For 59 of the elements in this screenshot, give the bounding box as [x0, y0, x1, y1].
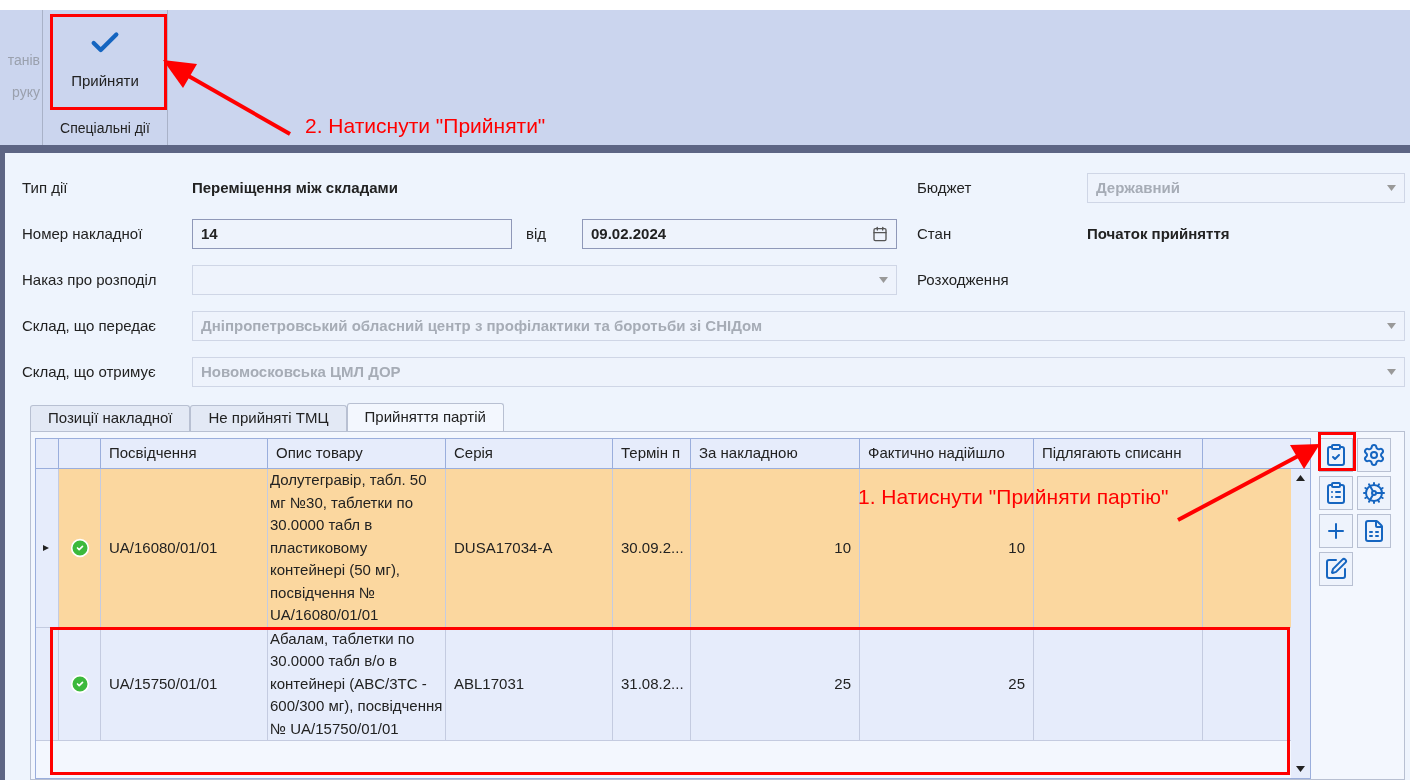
highlight-frame: [1318, 432, 1356, 471]
scrollbar[interactable]: [1291, 469, 1310, 778]
table-cell-text: 25: [834, 673, 851, 694]
dropdown-arrow-icon: [1387, 185, 1396, 191]
tab[interactable]: Прийняття партій: [346, 403, 504, 431]
gear-icon[interactable]: [1357, 476, 1391, 510]
table-cell-text: Абалам, таблетки по 30.0000 табл в/о в контейнері (ABC/3TC - 600/300 мг), посвідчення № UA/15750/01/01: [270, 628, 443, 739]
annotation-text: 2. Натиснути "Прийняти": [305, 113, 546, 139]
group-label: Спеціальні дії: [59, 119, 151, 138]
check-circle-icon: [69, 673, 90, 694]
table-cell-text: 10: [1008, 537, 1025, 558]
field-label: від: [525, 223, 548, 244]
column-header[interactable]: Підлягають списанн: [1034, 439, 1203, 468]
field-label: Склад, що отримує: [22, 361, 157, 382]
accept-button[interactable]: Прийняти: [51, 14, 159, 114]
field-value: Переміщення між складами: [192, 177, 399, 198]
invoice-number-input[interactable]: 14: [192, 219, 512, 249]
field-label: Наказ про розподіл: [22, 269, 158, 290]
field-label: Стан: [916, 223, 953, 244]
field-label: Розходження: [916, 269, 1009, 290]
add-icon[interactable]: [1319, 514, 1353, 548]
table-cell-text: DUSA17034-A: [454, 537, 553, 558]
field-label: Тип дії: [22, 177, 69, 198]
edit-icon[interactable]: [1319, 552, 1353, 586]
scroll-up-icon: [1296, 475, 1305, 481]
settings-icon[interactable]: [1357, 438, 1391, 472]
table-cell-text: 31.08.2...: [621, 673, 684, 694]
column-header[interactable]: Фактично надійшло: [860, 439, 1034, 468]
tab[interactable]: Не прийняті ТМЦ: [190, 405, 347, 431]
table-cell-text: UA/16080/01/01: [109, 537, 218, 558]
date-input[interactable]: 09.02.2024: [582, 219, 897, 249]
table-cell-text: ABL17031: [454, 673, 525, 694]
annotation-text: 1. Натиснути "Прийняти партію": [858, 484, 1169, 510]
column-header[interactable]: Термін п: [613, 439, 691, 468]
ribbon-label: танів: [7, 51, 40, 70]
field-label: Бюджет: [917, 177, 973, 198]
dropdown-arrow-icon: [879, 277, 888, 283]
clipboard-refresh-icon[interactable]: [1319, 476, 1353, 510]
column-header[interactable]: Посвідчення: [101, 439, 268, 468]
spreadsheet-icon[interactable]: [1357, 514, 1391, 548]
table-cell-text: 30.09.2...: [621, 537, 684, 558]
table-cell-text: Долутегравір, табл. 50 мг №30, таблетки по 30.0000 табл в пластиковому контейнері (50 мг), посвідчення № UA/16080/01/01: [270, 470, 428, 625]
table-cell-text: UA/15750/01/01: [109, 673, 218, 694]
dropdown-arrow-icon: [1387, 323, 1396, 329]
calendar-icon[interactable]: [872, 226, 888, 242]
scroll-down-icon: [1296, 766, 1305, 772]
column-header[interactable]: Опис товару: [268, 439, 446, 468]
table-row[interactable]: UA/15750/01/01 Абалам, таблетки по 30.0000 табл в/о в контейнері (ABC/3TC - 600/300 мг), посвідчення № UA/15750/01/01 ABL17031 31.08.2... 25 25: [36, 627, 1291, 741]
field-label: Номер накладної: [22, 223, 144, 244]
field-label: Склад, що передає: [22, 315, 157, 336]
field-value: Початок прийняття: [1087, 223, 1230, 244]
column-header[interactable]: Серія: [446, 439, 613, 468]
check-circle-icon: [69, 537, 90, 558]
dropdown-arrow-icon: [1387, 369, 1396, 375]
table-cell-text: 10: [834, 537, 851, 558]
ribbon-label: руку: [12, 83, 40, 102]
tab[interactable]: Позиції накладної: [30, 405, 191, 431]
column-header[interactable]: За накладною: [691, 439, 860, 468]
table-cell-text: 25: [1008, 673, 1025, 694]
